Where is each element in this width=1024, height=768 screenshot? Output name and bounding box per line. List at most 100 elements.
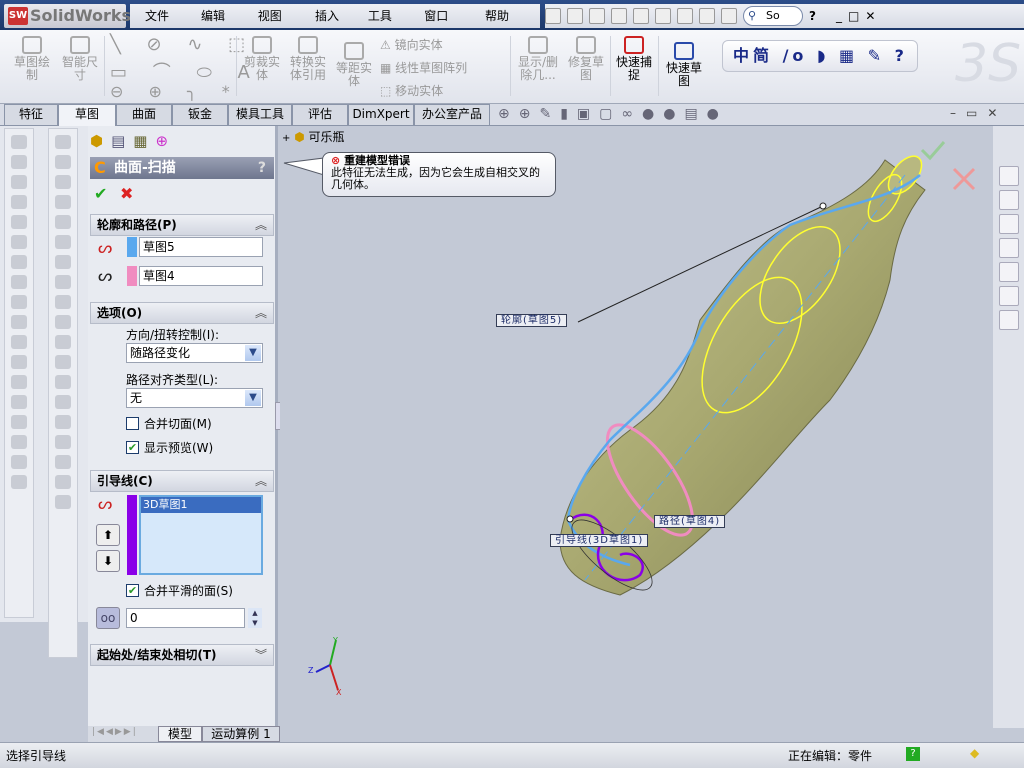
- open-icon[interactable]: [589, 8, 605, 24]
- path-alignment-select[interactable]: 无 ▼: [126, 388, 263, 408]
- options-header[interactable]: 选项(O) ︽: [90, 302, 274, 324]
- help-icon[interactable]: ?: [809, 9, 816, 23]
- print-icon[interactable]: [633, 8, 649, 24]
- show-preview-checkbox[interactable]: ✔ 显示预览(W): [126, 441, 213, 455]
- guide-callout[interactable]: 引导线(3D草图1): [550, 534, 649, 547]
- menu-window[interactable]: 窗口(W): [415, 4, 476, 47]
- pin-icon[interactable]: [545, 8, 561, 24]
- tab-sketch[interactable]: 草图: [58, 104, 116, 126]
- tab-model[interactable]: 模型: [158, 726, 202, 742]
- sketch-entity-tools[interactable]: ╲ ⊘ ∿ ⬚: [110, 34, 255, 55]
- manager-tabs[interactable]: ⬢▤▦⊕: [90, 132, 176, 150]
- merge-tangent-checkbox[interactable]: 合并切面(M): [126, 417, 212, 431]
- rebuild-icon[interactable]: [699, 8, 715, 24]
- path-field[interactable]: 草图4: [139, 266, 263, 286]
- trim-icon: [252, 36, 272, 54]
- collapse-icon: ︽: [254, 218, 267, 232]
- show-delete-relations-button[interactable]: 显示/删 除几...: [514, 36, 562, 82]
- options-icon[interactable]: [721, 8, 737, 24]
- orientation-select[interactable]: 随路径变化 ▼: [126, 343, 263, 363]
- left-toolbar-1[interactable]: [4, 128, 34, 618]
- left-toolbar-2[interactable]: [48, 128, 78, 658]
- ok-confirm-icon: [920, 141, 946, 161]
- profile-callout[interactable]: 轮廓(草图5): [496, 314, 568, 327]
- select-icon[interactable]: [677, 8, 693, 24]
- menu-help[interactable]: 帮助(H): [476, 4, 534, 47]
- save-icon[interactable]: [611, 8, 627, 24]
- merge-smooth-faces-checkbox[interactable]: ✔ 合并平滑的面(S): [126, 584, 233, 598]
- custom-properties-icon[interactable]: [998, 310, 1019, 330]
- home-icon[interactable]: [998, 166, 1019, 186]
- convert-entities-button[interactable]: 转换实 体引用: [286, 36, 330, 82]
- tab-motion-study[interactable]: 运动算例 1: [202, 726, 280, 742]
- close-window-button[interactable]: ✕: [865, 9, 875, 23]
- tab-evaluate[interactable]: 评估: [292, 104, 348, 125]
- graphics-area[interactable]: + ⬢ 可乐瓶 轮廓(草图5) 路径(草图4) 引导线(3D草图1) Y Z X: [280, 126, 991, 728]
- view-toolbar[interactable]: ⊕⊕✎▮▣▢∞●●▤●: [498, 106, 728, 122]
- tangency-header[interactable]: 起始处/结束处相切(T) ︾: [90, 644, 274, 666]
- appearances-icon[interactable]: [998, 286, 1019, 306]
- offset-button[interactable]: 等距实 体: [332, 42, 376, 88]
- restore-window-button[interactable]: □: [848, 9, 859, 23]
- profile-field[interactable]: 草图5: [139, 237, 263, 257]
- feature-manager-tab-icon[interactable]: ⬢: [90, 132, 111, 150]
- mirror-button[interactable]: ⚠ 镜向实体: [380, 36, 443, 53]
- menu-edit[interactable]: 编辑(E): [192, 4, 249, 47]
- dimxpert-manager-tab-icon[interactable]: ⊕: [155, 132, 176, 150]
- undo-icon[interactable]: [655, 8, 671, 24]
- ok-button[interactable]: ✔: [94, 184, 107, 203]
- move-down-button[interactable]: ⬇: [96, 550, 120, 572]
- profile-path-header[interactable]: 轮廓和路径(P) ︽: [90, 214, 274, 236]
- quick-snaps-button[interactable]: 快速捕 捉: [612, 36, 656, 82]
- path-alignment-label: 路径对齐类型(L):: [126, 373, 219, 387]
- help-status-icon[interactable]: ?: [906, 747, 920, 761]
- rapid-sketch-button[interactable]: 快速草 图: [662, 42, 706, 88]
- menu-insert[interactable]: 插入(I): [306, 4, 359, 47]
- feature-tree-root[interactable]: + ⬢ 可乐瓶: [282, 128, 345, 145]
- property-manager-tab-icon[interactable]: ▤: [111, 132, 133, 150]
- guide-list-item[interactable]: 3D草图1: [141, 497, 261, 513]
- smart-dimension-button[interactable]: 智能尺 寸: [58, 36, 102, 82]
- sketch-shape-tools[interactable]: ▭ ⌒ ⬭ A: [110, 58, 260, 84]
- search-results-icon[interactable]: [998, 238, 1019, 258]
- tab-surfaces[interactable]: 曲面: [116, 104, 172, 125]
- tab-scroll-buttons[interactable]: |◀◀▶▶|: [92, 727, 138, 737]
- document-window-controls[interactable]: –▭✕: [950, 106, 1007, 120]
- axis-line: [584, 174, 906, 581]
- menu-file[interactable]: 文件(F): [136, 4, 192, 47]
- tab-sheet-metal[interactable]: 钣金: [172, 104, 228, 125]
- design-library-icon[interactable]: [998, 190, 1019, 210]
- tab-mold-tools[interactable]: 模具工具: [228, 104, 292, 125]
- help-button[interactable]: ?: [258, 157, 266, 179]
- cancel-button[interactable]: ✖: [120, 184, 133, 203]
- file-explorer-icon[interactable]: [998, 214, 1019, 234]
- tab-office-products[interactable]: 办公室产品: [414, 104, 490, 125]
- sketch-button[interactable]: 草图绘 制: [10, 36, 54, 82]
- ime-toolbar[interactable]: 中简 /o ◗ ▦ ✎ ?: [722, 40, 918, 72]
- section-number-field[interactable]: 0: [126, 608, 245, 628]
- sketch-misc-tools[interactable]: ⊖ ⊕ ╮ *: [110, 82, 240, 101]
- menu-tools[interactable]: 工具(T): [359, 4, 415, 47]
- tab-features[interactable]: 特征: [4, 104, 58, 125]
- menu-view[interactable]: 视图(V): [249, 4, 306, 47]
- spinner[interactable]: ▲ ▼: [248, 608, 262, 628]
- show-sections-button[interactable]: oo: [96, 607, 120, 629]
- move-up-button[interactable]: ⬆: [96, 524, 120, 546]
- search-input[interactable]: ⚲ So: [743, 6, 803, 26]
- config-manager-tab-icon[interactable]: ▦: [133, 132, 155, 150]
- minimize-window-button[interactable]: _: [836, 9, 842, 23]
- guide-curves-list[interactable]: 3D草图1: [139, 495, 263, 575]
- view-palette-icon[interactable]: [998, 262, 1019, 282]
- move-entities-button[interactable]: ⬚ 移动实体: [380, 82, 443, 99]
- expand-icon[interactable]: +: [282, 133, 290, 144]
- solidworks-logo[interactable]: SW SolidWorks: [4, 4, 131, 28]
- linear-pattern-button[interactable]: ▦ 线性草图阵列: [380, 59, 467, 76]
- guide-curves-header[interactable]: 引导线(C) ︽: [90, 470, 274, 492]
- repair-sketch-button[interactable]: 修复草 图: [564, 36, 608, 82]
- path-callout[interactable]: 路径(草图4): [654, 515, 726, 528]
- cancel-confirm-icon: [952, 167, 976, 191]
- tag-icon[interactable]: ◆: [970, 746, 979, 760]
- new-icon[interactable]: [567, 8, 583, 24]
- trim-button[interactable]: 剪裁实 体: [240, 36, 284, 82]
- tab-dimxpert[interactable]: DimXpert: [348, 104, 414, 125]
